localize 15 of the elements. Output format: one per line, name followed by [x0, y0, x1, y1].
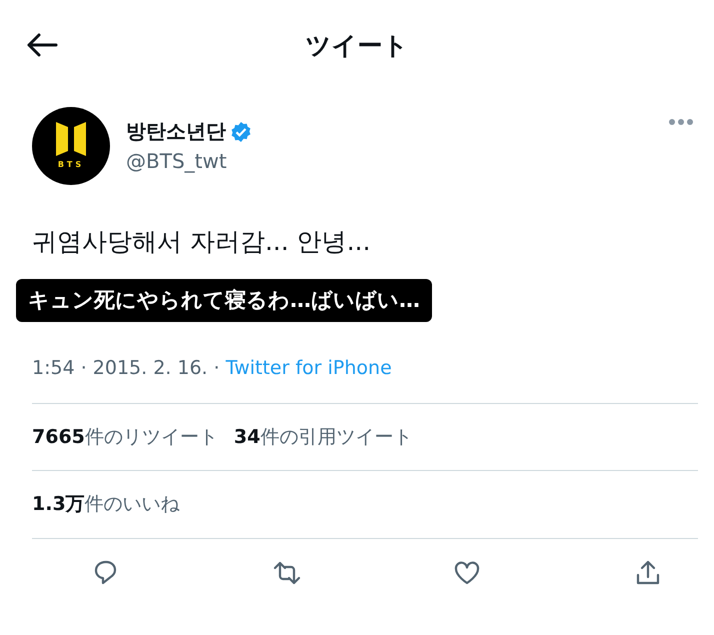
caption: キュン死にやられて寝るわ…ばいばい… — [16, 278, 432, 322]
page-title: ツイート — [306, 32, 408, 58]
logo-text: BTS — [58, 158, 84, 170]
logo-icon — [56, 122, 86, 156]
user-name[interactable]: 방탄소년단 — [126, 116, 226, 146]
stat-count[interactable]: 7665件のリツイート — [32, 422, 218, 451]
heart-icon — [453, 558, 482, 586]
likes-count[interactable]: 1.3万件のいいね — [32, 493, 180, 515]
tweet-text: 귀염사당해서 자러감... 안녕... — [32, 226, 372, 258]
more-icon — [668, 118, 694, 126]
back-arrow-icon — [26, 32, 58, 57]
avatar[interactable]: BTS — [32, 107, 110, 185]
stat-count[interactable]: 34件の引用ツイート — [234, 422, 412, 451]
tweet-timestamp: 1:54 · 2015. 2. 16. · — [32, 357, 221, 379]
user-handle[interactable]: @BTS_twt — [126, 146, 664, 176]
